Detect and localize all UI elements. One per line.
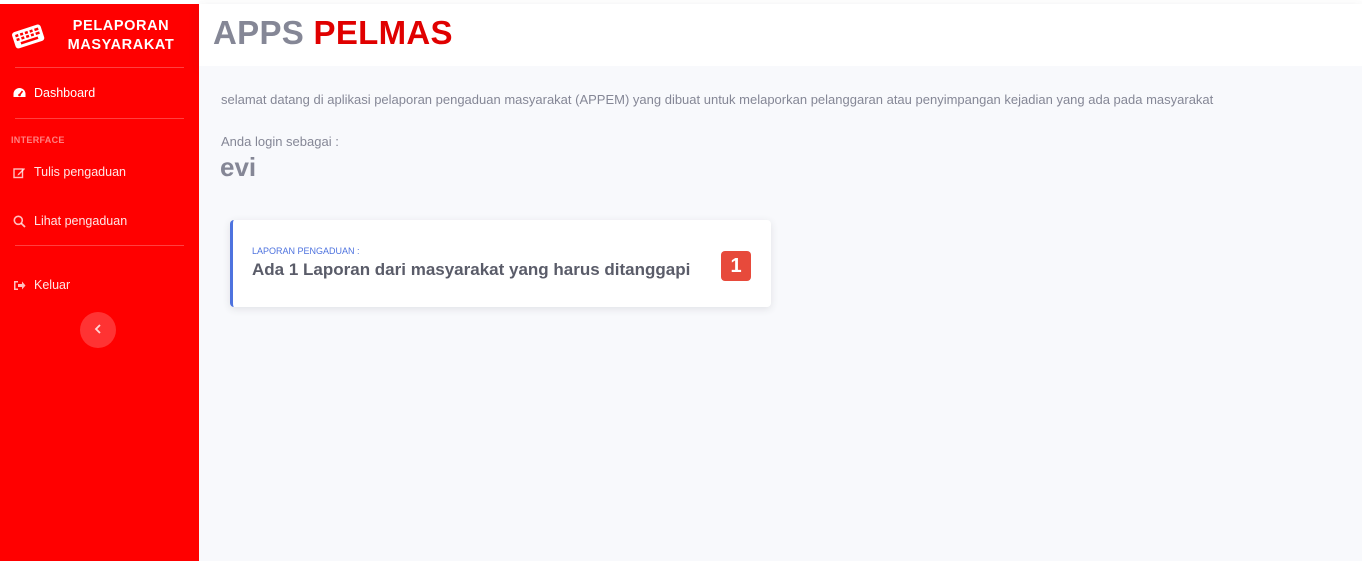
sidebar: PELAPORAN MASYARAKAT Dashboard INTERFACE…	[0, 4, 199, 561]
search-icon	[12, 214, 26, 228]
keyboard-icon	[10, 21, 46, 51]
app-title: APPS PELMAS	[213, 14, 453, 52]
sidebar-item-tulis-pengaduan[interactable]: Tulis pengaduan	[0, 147, 199, 197]
right-edge	[1362, 0, 1370, 572]
sidebar-item-label: Keluar	[34, 278, 71, 292]
app-title-apps: APPS	[213, 14, 305, 51]
brand-line-1: PELAPORAN	[72, 17, 170, 34]
sidebar-item-label: Dashboard	[34, 86, 96, 100]
sidebar-item-lihat-pengaduan[interactable]: Lihat pengaduan	[0, 197, 199, 245]
edit-icon	[12, 165, 26, 179]
brand-line-2: MASYARAKAT	[67, 36, 175, 53]
card-text: Ada 1 Laporan dari masyarakat yang harus…	[252, 260, 691, 279]
sidebar-toggle-button[interactable]	[80, 312, 116, 348]
bottom-edge	[0, 561, 1370, 572]
sidebar-brand-text: PELAPORAN MASYARAKAT	[56, 17, 186, 55]
tachometer-icon	[12, 86, 26, 100]
chevron-left-icon	[94, 321, 102, 339]
main-content: selamat datang di aplikasi pelaporan pen…	[199, 66, 1362, 561]
sign-out-icon	[12, 278, 26, 292]
sidebar-item-dashboard[interactable]: Dashboard	[0, 68, 199, 118]
report-card[interactable]: LAPORAN PENGADUAN : Ada 1 Laporan dari m…	[230, 220, 771, 307]
card-label: LAPORAN PENGADUAN :	[252, 246, 360, 256]
report-count-badge: 1	[721, 251, 751, 281]
sidebar-item-label: Tulis pengaduan	[34, 165, 126, 179]
app-title-pelmas: PELMAS	[313, 14, 453, 51]
welcome-text: selamat datang di aplikasi pelaporan pen…	[221, 92, 1214, 107]
topbar: APPS PELMAS	[199, 4, 1362, 66]
sidebar-item-label: Lihat pengaduan	[34, 214, 128, 228]
username: evi	[220, 152, 257, 182]
login-label: Anda login sebagai :	[221, 134, 339, 149]
sidebar-brand[interactable]: PELAPORAN MASYARAKAT	[0, 4, 199, 67]
